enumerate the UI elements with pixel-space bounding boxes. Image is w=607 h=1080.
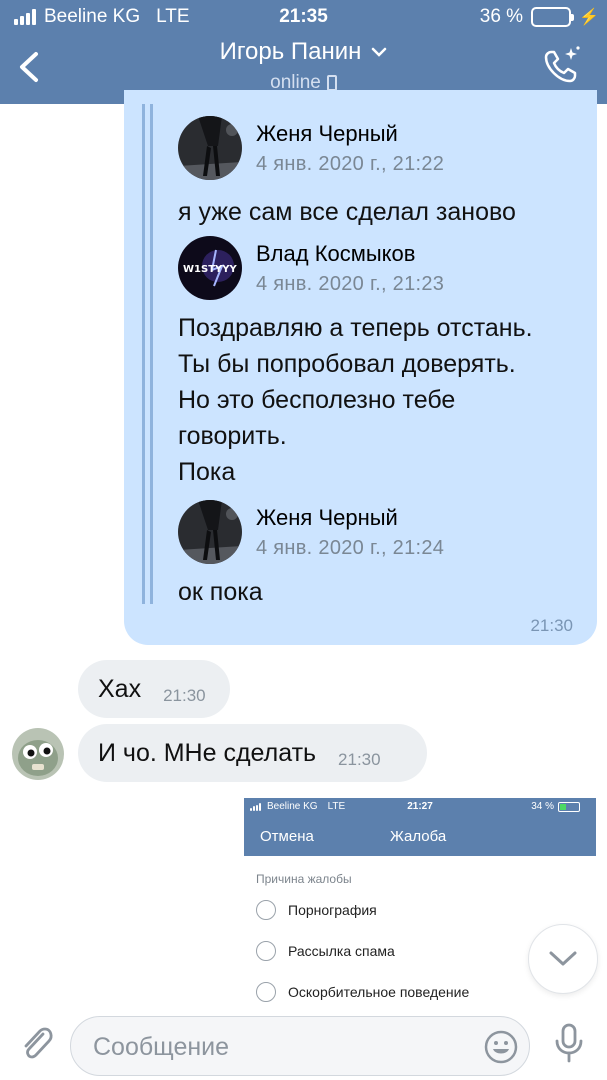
text-line: Пока (178, 458, 236, 486)
text-line: Но это бесполезно тебе (178, 386, 456, 414)
forward-author[interactable]: Женя Черный (256, 505, 444, 531)
report-title: Жалоба (390, 828, 447, 845)
option-label: Оскорбительное поведение (288, 984, 470, 1000)
forward-author[interactable]: Влад Космыков (256, 241, 444, 267)
emoji-icon[interactable] (483, 1029, 519, 1065)
forward-date: 4 янв. 2020 г., 21:22 (256, 152, 445, 175)
scroll-down-button[interactable] (528, 924, 598, 994)
radio-icon (256, 941, 276, 961)
message-placeholder: Сообщение (93, 1033, 230, 1061)
incoming-message-bubble[interactable]: Хах 21:30 (78, 660, 230, 718)
message-time: 21:30 (338, 750, 381, 769)
message-time: 21:30 (163, 686, 206, 705)
avatar[interactable] (178, 116, 242, 180)
avatar-logo-text: W1STYYY (183, 264, 237, 275)
report-option: Порнография (256, 900, 584, 920)
chat-header: Beeline KG LTE 21:35 36 % ⚡ Игорь Панин … (0, 0, 607, 104)
radio-icon (256, 900, 276, 920)
cancel-label: Отмена (260, 828, 314, 845)
message-text: И чо. МНе сделать (98, 738, 317, 767)
forwarded-message: Женя Черный 4 янв. 2020 г., 21:24 ок пок… (178, 500, 578, 610)
chevron-down-icon (549, 951, 577, 966)
message-text: Хах (98, 674, 142, 703)
chevron-down-icon (372, 47, 387, 57)
phone-call-icon[interactable] (541, 44, 583, 86)
report-option: Оскорбительное поведение (256, 982, 584, 1002)
incoming-message-bubble[interactable]: И чо. МНе сделать 21:30 (78, 724, 427, 782)
contact-name: Игорь Панин (219, 38, 362, 65)
charging-icon: ⚡ (579, 9, 599, 26)
mobile-device-icon (326, 75, 337, 91)
text-line: говорить. (178, 422, 287, 450)
section-label: Причина жалобы (256, 872, 352, 886)
forward-author[interactable]: Женя Черный (256, 121, 444, 147)
text-line: ок пока (178, 578, 263, 606)
forward-text: я уже сам все сделал заново (178, 194, 578, 230)
forward-date: 4 янв. 2020 г., 21:23 (256, 272, 445, 295)
forward-text: Поздравляю а теперь отстань. Ты бы попро… (178, 310, 578, 490)
text-line: Поздравляю а теперь отстань. (178, 314, 533, 342)
forwarded-message: Женя Черный 4 янв. 2020 г., 21:22 я уже … (178, 116, 578, 230)
forward-text: ок пока (178, 574, 578, 610)
avatar[interactable] (178, 500, 242, 564)
message-composer: Сообщение (0, 1004, 607, 1080)
status-bar: Beeline KG LTE 21:35 36 % ⚡ (0, 6, 607, 30)
forwarded-message: W1STYYY Влад Космыков 4 янв. 2020 г., 21… (178, 236, 578, 490)
paperclip-icon[interactable] (16, 1022, 56, 1062)
message-input[interactable]: Сообщение (70, 1016, 530, 1076)
option-label: Рассылка спама (288, 943, 395, 959)
text-line: я уже сам все сделал заново (178, 198, 516, 226)
forward-quote-lines (142, 104, 154, 604)
battery-icon (558, 801, 580, 812)
message-time: 21:30 (530, 616, 573, 635)
avatar[interactable]: W1STYYY (178, 236, 242, 300)
forward-date: 4 янв. 2020 г., 21:24 (256, 536, 445, 559)
radio-icon (256, 982, 276, 1002)
avatar[interactable] (12, 728, 64, 780)
battery-percent: 36 % (479, 6, 524, 27)
text-line: Ты бы попробовал доверять. (178, 350, 516, 378)
battery-icon (531, 7, 575, 27)
contact-title[interactable]: Игорь Панин (220, 38, 388, 66)
option-label: Порнография (288, 902, 377, 918)
microphone-icon[interactable] (552, 1022, 586, 1064)
battery-percent: 34 % (531, 801, 554, 812)
